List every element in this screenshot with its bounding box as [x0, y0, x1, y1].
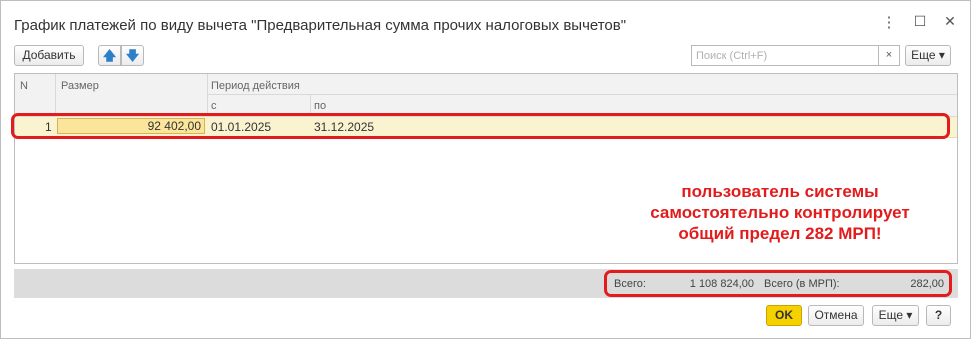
more-button[interactable]: Еще ▾ [872, 305, 919, 326]
header-period[interactable]: Период действия [211, 80, 300, 92]
annotation-line: самостоятельно контролирует [650, 203, 910, 222]
row-highlight-frame [11, 113, 950, 139]
close-icon[interactable]: ✕ [941, 13, 959, 30]
search-input[interactable] [691, 45, 878, 66]
annotation-text: пользователь системы самостоятельно конт… [619, 181, 941, 244]
search-clear-icon[interactable]: × [878, 45, 900, 66]
annotation-line: пользователь системы [681, 182, 879, 201]
toolbar-more-button[interactable]: Еще ▾ [905, 45, 951, 66]
ok-button[interactable]: OK [766, 305, 802, 326]
header-size[interactable]: Размер [61, 80, 99, 92]
cancel-button[interactable]: Отмена [808, 305, 864, 326]
column-divider [55, 74, 56, 116]
dialog-window: График платежей по виду вычета "Предвари… [0, 0, 971, 339]
header-to[interactable]: по [314, 100, 326, 112]
annotation-line: общий предел 282 МРП! [678, 224, 882, 243]
maximize-icon[interactable]: ☐ [911, 13, 929, 30]
header-from[interactable]: с [211, 100, 217, 112]
column-divider [207, 74, 208, 116]
more-actions-icon[interactable]: ⋮ [880, 13, 898, 31]
move-down-icon[interactable]: 🡇 [121, 45, 144, 66]
add-button[interactable]: Добавить [14, 45, 84, 66]
help-button[interactable]: ? [926, 305, 951, 326]
header-n[interactable]: N [20, 80, 28, 92]
totals-highlight-frame [604, 270, 952, 297]
window-title: График платежей по виду вычета "Предвари… [14, 17, 627, 34]
table-header: N Размер Период действия с по [15, 74, 957, 117]
move-up-icon[interactable]: 🡅 [98, 45, 121, 66]
header-divider [207, 94, 957, 95]
